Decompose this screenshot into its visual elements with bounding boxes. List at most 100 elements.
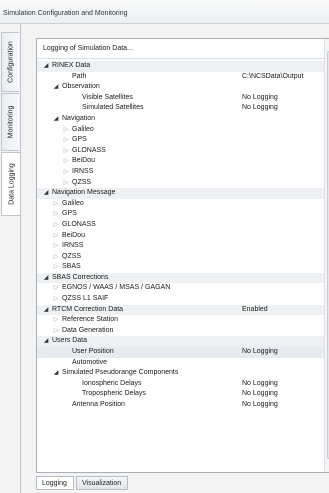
expanded-arrow-icon[interactable]: ◢ — [52, 82, 60, 93]
expanded-arrow-icon[interactable]: ◢ — [52, 368, 60, 379]
tree-row[interactable]: ▷ IRNSS — [37, 167, 324, 178]
tree-row[interactable]: ◢ SBAS Corrections — [37, 272, 324, 284]
tree-row[interactable]: Ionospheric Delays No Logging — [37, 379, 324, 390]
tree-row[interactable]: ▷ GLONASS — [37, 146, 324, 157]
collapsed-arrow-icon[interactable]: ▷ — [62, 146, 70, 157]
tree-row[interactable]: ▷ SBAS — [37, 262, 324, 273]
tree-row-label: GPS — [72, 136, 87, 144]
tree-row[interactable]: ◢ Navigation — [37, 114, 324, 125]
tree-row-label: Data Generation — [62, 326, 114, 334]
tree-row[interactable]: ▷ GPS — [37, 135, 324, 146]
tree-row[interactable]: User Position No Logging — [37, 347, 324, 358]
collapsed-arrow-icon[interactable]: ▷ — [52, 326, 60, 337]
scroll-down-arrow-icon[interactable]: ▼ — [325, 462, 329, 472]
collapsed-arrow-icon[interactable]: ▷ — [52, 315, 60, 326]
tree-row[interactable]: ▷ Galileo — [37, 199, 324, 210]
tree-row[interactable]: ▷ QZSS — [37, 178, 324, 189]
tree-row[interactable]: Antenna Position No Logging — [37, 400, 324, 411]
tree-row[interactable]: ▷ IRNSS — [37, 241, 324, 252]
scroll-up-arrow-icon[interactable]: ▲ — [325, 39, 329, 49]
tab-configuration-label: Configuration — [7, 41, 14, 83]
tab-logging[interactable]: Logging — [36, 476, 74, 490]
collapsed-arrow-icon[interactable]: ▷ — [52, 294, 60, 305]
collapsed-arrow-icon[interactable]: ▷ — [52, 241, 60, 252]
collapsed-arrow-icon[interactable]: ▷ — [52, 262, 60, 273]
tab-configuration[interactable]: Configuration — [1, 32, 19, 92]
tree-row-label: RTCM Correction Data — [52, 305, 124, 313]
tree-row[interactable]: ◢ Observation — [37, 82, 324, 93]
logging-tree-view: Logging of Simulation Data... ◢ RINEX Dat… — [36, 38, 329, 473]
tree-row-label: Galileo — [62, 199, 84, 207]
tree-row-label: GLONASS — [62, 220, 96, 228]
tree-row[interactable]: ◢ RTCM Correction Data Enabled — [37, 304, 324, 316]
tree-row[interactable]: Simulated Satellites No Logging — [37, 103, 324, 114]
expanded-arrow-icon[interactable]: ◢ — [52, 114, 60, 125]
collapsed-arrow-icon[interactable]: ▷ — [52, 231, 60, 242]
tree-row[interactable]: ▷ BeiDou — [37, 231, 324, 242]
tree-row-label: QZSS — [62, 252, 82, 260]
tree-row[interactable]: Automotive — [37, 358, 324, 369]
expanded-arrow-icon[interactable]: ◢ — [42, 188, 50, 199]
tree-row-value[interactable]: No Logging — [242, 389, 278, 400]
collapsed-arrow-icon[interactable]: ▷ — [52, 252, 60, 263]
tree-row[interactable]: ◢ Simulated Pseudorange Components — [37, 368, 324, 379]
tree-row[interactable]: ▷ QZSS — [37, 252, 324, 263]
collapsed-arrow-icon[interactable]: ▷ — [52, 283, 60, 294]
tree-row-label: Automotive — [72, 358, 108, 366]
collapsed-arrow-icon[interactable]: ▷ — [62, 135, 70, 146]
collapsed-arrow-icon[interactable]: ▷ — [52, 199, 60, 210]
tree-row[interactable]: Visible Satellites No Logging — [37, 93, 324, 104]
expanded-arrow-icon[interactable]: ◢ — [42, 61, 50, 72]
tab-monitoring-label: Monitoring — [7, 105, 14, 139]
collapsed-arrow-icon[interactable]: ▷ — [62, 178, 70, 189]
collapsed-arrow-icon[interactable]: ▷ — [62, 156, 70, 167]
tree-row[interactable]: ▷ BeiDou — [37, 156, 324, 167]
tab-monitoring[interactable]: Monitoring — [1, 93, 19, 151]
main-panel: Logging of Simulation Data... ◢ RINEX Dat… — [20, 24, 329, 493]
tree-row[interactable]: ▷ QZSS L1 SAIF — [37, 294, 324, 305]
tree-row-label: GPS — [62, 210, 77, 218]
collapsed-arrow-icon[interactable]: ▷ — [52, 220, 60, 231]
tree-row-value[interactable]: No Logging — [242, 103, 278, 114]
tree-row-label: BeiDou — [62, 231, 85, 239]
expanded-arrow-icon[interactable]: ◢ — [42, 336, 50, 347]
tree-row-label: GLONASS — [72, 146, 106, 154]
tree-body: ◢ RINEX Data Path C:\NCSData\Output ◢ Observa… — [37, 61, 324, 411]
tree-row[interactable]: ▷ Galileo — [37, 125, 324, 136]
tree-row-value[interactable]: C:\NCSData\Output — [242, 72, 303, 83]
tree-header: Logging of Simulation Data... — [37, 39, 324, 59]
tree-row[interactable]: ◢ Navigation Message — [37, 188, 324, 199]
tree-row-label: RINEX Data — [52, 62, 91, 69]
tree-row-label: Path — [72, 72, 87, 80]
expanded-arrow-icon[interactable]: ◢ — [42, 273, 50, 284]
tree-row-value[interactable]: No Logging — [242, 400, 278, 411]
tree-row-label: Antenna Position — [72, 401, 125, 408]
tree-row-label: Observation — [62, 83, 100, 91]
tree-row-label: IRNSS — [72, 167, 94, 175]
tree-row[interactable]: ◢ RINEX Data — [37, 61, 324, 72]
tree-row[interactable]: ▷ Data Generation — [37, 326, 324, 337]
tree-row[interactable]: ▷ GLONASS — [37, 220, 324, 231]
collapsed-arrow-icon[interactable]: ▷ — [52, 209, 60, 220]
tree-row[interactable]: Path C:\NCSData\Output — [37, 72, 324, 83]
expanded-arrow-icon[interactable]: ◢ — [42, 305, 50, 316]
tree-row-value[interactable]: No Logging — [242, 347, 278, 358]
tree-row[interactable]: ▷ Reference Station — [37, 315, 324, 326]
collapsed-arrow-icon[interactable]: ▷ — [62, 167, 70, 178]
tree-row[interactable]: ◢ Users Data — [37, 336, 324, 348]
tree-row-value[interactable]: No Logging — [242, 93, 278, 104]
tree-row[interactable]: ▷ GPS — [37, 209, 324, 220]
side-tab-strip: Configuration Monitoring Data Logging — [0, 24, 21, 493]
tree-row-label: Navigation Message — [52, 189, 116, 197]
tree-row-label: Visible Satellites — [82, 93, 133, 101]
collapsed-arrow-icon[interactable]: ▷ — [62, 125, 70, 136]
tree-row-label: QZSS — [72, 178, 92, 186]
vertical-scrollbar[interactable]: ▲ ▼ — [324, 39, 329, 472]
tab-data-logging[interactable]: Data Logging — [1, 152, 21, 216]
tab-visualization[interactable]: Visualization — [76, 476, 128, 490]
tree-row[interactable]: Tropospheric Delays No Logging — [37, 389, 324, 400]
tree-row[interactable]: ▷ EGNOS / WAAS / MSAS / GAGAN — [37, 283, 324, 294]
tree-row-value[interactable]: No Logging — [242, 379, 278, 390]
tree-row-label: EGNOS / WAAS / MSAS / GAGAN — [62, 284, 171, 292]
tree-row-value[interactable]: Enabled — [242, 305, 268, 316]
